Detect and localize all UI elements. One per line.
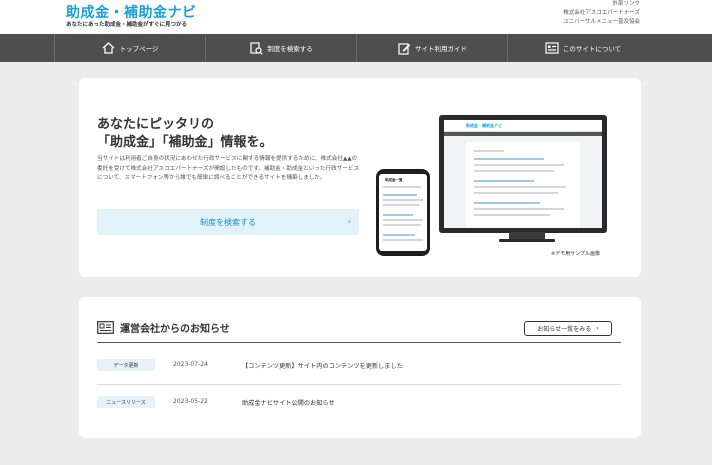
mockup-line — [474, 186, 566, 188]
mockup-line — [383, 224, 421, 226]
mockup-line — [383, 186, 421, 188]
mockup-header: 助成金・補助金ナビ — [444, 120, 602, 132]
news-item-link[interactable]: 【コンテンツ更新】サイト内のコンテンツを更新しました — [242, 361, 403, 370]
news-more-button[interactable]: お知らせ一覧をみる › — [524, 321, 612, 336]
mockup-panel — [466, 142, 580, 228]
nav-item-guide-label: サイト利用ガイド — [415, 45, 467, 53]
news-card: 運営会社からのお知らせ お知らせ一覧をみる › データ更新 2023-07-24… — [79, 297, 641, 438]
chevron-right-icon: › — [596, 325, 599, 332]
chevron-right-icon: › — [347, 217, 351, 226]
mockup-line — [474, 158, 544, 160]
mockup-line — [474, 164, 564, 166]
monitor-base — [499, 239, 555, 242]
mockup-nav — [444, 132, 602, 136]
news-section-title-label: 運営会社からのお知らせ — [120, 324, 230, 335]
mockup-line — [383, 204, 419, 206]
external-link-ascoe[interactable]: 株式会社アスコエパートナーズ — [563, 9, 640, 18]
phone-mockup-image: 助成金一覧 — [376, 169, 430, 256]
external-links-heading: 外部リンク — [612, 1, 640, 7]
mockup-line — [383, 194, 417, 196]
demo-image-note: ※デモ用サンプル画像 — [551, 251, 601, 257]
mockup-line — [383, 234, 415, 236]
hero-heading-line1: あなたにピッタリの — [97, 117, 215, 132]
mockup-line — [383, 214, 413, 216]
nav-item-top-label: トップページ — [119, 45, 159, 53]
hero-heading: あなたにピッタリの 「助成金」「補助金」情報を。 — [97, 116, 273, 152]
mockup-line — [474, 170, 554, 172]
news-item-link[interactable]: 助成金ナビサイト公開のお知らせ — [242, 398, 335, 407]
mockup-line — [474, 202, 540, 204]
nav-spacer-left — [0, 34, 54, 62]
news-tag: データ更新 — [97, 359, 155, 371]
site-header: 助成金・補助金ナビ あなたにあった助成金・補助金がすぐに見つかる 外部リンク 株… — [0, 0, 712, 34]
hero-card: あなたにピッタリの 「助成金」「補助金」情報を。 当サイトは利用者ご自身の状況に… — [79, 78, 641, 277]
hero-heading-line2: 「助成金」「補助金」情報を。 — [97, 135, 273, 150]
nav-item-search[interactable]: 制度を検索する — [205, 34, 356, 62]
mockup-line — [383, 239, 423, 241]
hero-description: 当サイトは利用者ご自身の状況にあわせた行政サービスに関する情報を提供するために、… — [97, 156, 360, 182]
desktop-mockup-image: 助成金・補助金ナビ — [439, 115, 607, 233]
external-links: 外部リンク 株式会社アスコエパートナーズ ユニバーサルメニュー普及協会 — [563, 0, 640, 27]
news-date: 2023-07-24 — [173, 361, 208, 368]
guide-edit-icon — [397, 41, 411, 55]
news-row-divider — [97, 384, 621, 385]
desktop-mockup-screen: 助成金・補助金ナビ — [444, 120, 602, 228]
phone-mockup-screen: 助成金一覧 — [379, 174, 427, 251]
main-nav: トップページ 制度を検索する サイト利用ガイド このサイトについて — [0, 34, 712, 62]
mockup-line — [474, 150, 504, 152]
home-icon — [102, 41, 116, 55]
search-document-icon — [249, 41, 263, 55]
nav-item-top[interactable]: トップページ — [54, 34, 205, 62]
external-link-universal-menu[interactable]: ユニバーサルメニュー普及協会 — [563, 18, 640, 27]
search-program-button-label: 制度を検索する — [200, 217, 256, 227]
mockup-line — [474, 180, 534, 182]
nav-spacer-right — [658, 34, 712, 62]
site-logo-title[interactable]: 助成金・補助金ナビ — [66, 2, 197, 22]
mockup-line — [474, 192, 558, 194]
news-date: 2023-05-22 — [173, 398, 208, 405]
mockup-line — [383, 199, 423, 201]
mockup-line — [383, 219, 423, 221]
nav-item-about[interactable]: このサイトについて — [507, 34, 658, 62]
phone-mockup-title: 助成金一覧 — [385, 178, 403, 182]
info-list-icon — [545, 41, 559, 55]
mockup-line — [474, 214, 550, 216]
search-program-button[interactable]: 制度を検索する › — [97, 209, 359, 235]
news-tag: ニュースリリース — [97, 396, 155, 408]
news-section-title: 運営会社からのお知らせ — [97, 320, 230, 335]
news-icon — [97, 321, 114, 334]
nav-item-about-label: このサイトについて — [562, 45, 622, 53]
news-divider — [97, 342, 621, 343]
mockup-site-title: 助成金・補助金ナビ — [466, 123, 502, 128]
nav-item-guide[interactable]: サイト利用ガイド — [356, 34, 507, 62]
site-logo-subtitle: あなたにあった助成金・補助金がすぐに見つかる — [66, 22, 188, 28]
mockup-line — [474, 208, 564, 210]
nav-item-search-label: 制度を検索する — [267, 45, 313, 53]
news-more-label: お知らせ一覧をみる — [537, 326, 592, 333]
